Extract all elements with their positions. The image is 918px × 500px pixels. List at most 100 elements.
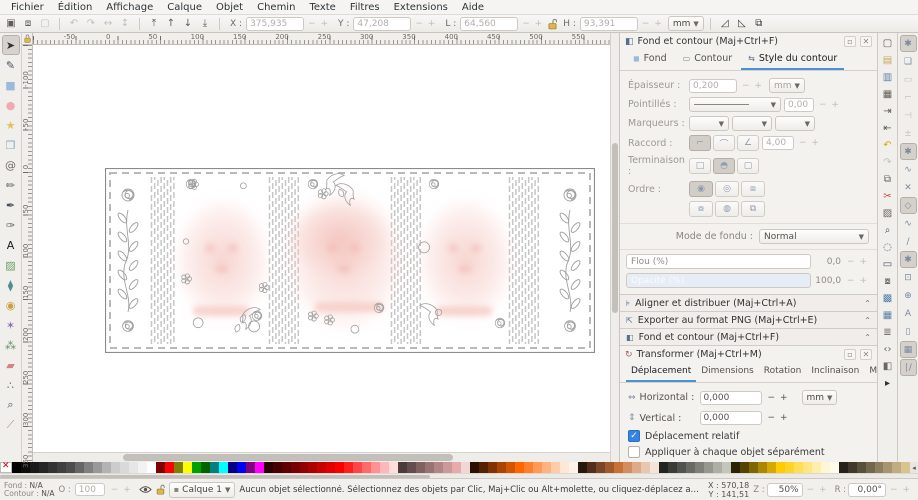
- width-spinner[interactable]: − +: [522, 19, 543, 29]
- color-swatch[interactable]: [785, 462, 794, 473]
- snap-path-intersections-toggle[interactable]: ✕: [900, 179, 917, 196]
- flip-horizontal-button[interactable]: ↔: [100, 16, 116, 31]
- flip-vertical-button[interactable]: ↕: [117, 16, 133, 31]
- marker-start-dropdown[interactable]: ▼: [689, 116, 729, 131]
- color-swatch[interactable]: [569, 462, 578, 473]
- color-swatch[interactable]: [183, 462, 192, 473]
- redo-button[interactable]: ↷: [880, 154, 896, 170]
- cut-button[interactable]: ✂: [880, 188, 896, 204]
- color-swatch[interactable]: [623, 462, 632, 473]
- scale-stroke-toggle[interactable]: ◿: [717, 16, 733, 31]
- color-swatch[interactable]: [848, 462, 857, 473]
- layers-dialog-button[interactable]: ≣: [880, 324, 896, 340]
- color-swatch[interactable]: [380, 462, 389, 473]
- height-spinner[interactable]: − +: [642, 19, 663, 29]
- color-swatch[interactable]: [174, 462, 183, 473]
- color-swatch[interactable]: [470, 462, 479, 473]
- snap-bbox-corners-toggle[interactable]: ⌐: [900, 89, 917, 106]
- color-swatch[interactable]: [120, 462, 129, 473]
- box3d-tool[interactable]: ❒: [2, 135, 20, 155]
- color-swatch[interactable]: [551, 462, 560, 473]
- paste-button[interactable]: ▨: [880, 205, 896, 221]
- color-swatch[interactable]: [111, 462, 120, 473]
- layer-selector[interactable]: ▪Calque 1▼: [169, 482, 236, 498]
- color-swatch[interactable]: [452, 462, 461, 473]
- snap-cusp-nodes-toggle[interactable]: ◇: [900, 197, 917, 214]
- snap-bbox-toggle[interactable]: ❏: [900, 53, 917, 70]
- snap-bbox-edges-toggle[interactable]: ▭: [900, 71, 917, 88]
- color-swatch[interactable]: [506, 462, 515, 473]
- color-swatch[interactable]: [66, 462, 75, 473]
- tab[interactable]: Rotation: [759, 363, 807, 382]
- eraser-tool[interactable]: ▰: [2, 355, 20, 375]
- snap-page-border-toggle[interactable]: ▯: [900, 323, 917, 340]
- color-swatch[interactable]: [650, 462, 659, 473]
- color-swatch[interactable]: [326, 462, 335, 473]
- color-swatch[interactable]: [866, 462, 875, 473]
- color-swatch[interactable]: [362, 462, 371, 473]
- y-spinner[interactable]: − +: [415, 19, 436, 29]
- color-swatch[interactable]: [308, 462, 317, 473]
- export-button[interactable]: ⇤: [880, 120, 896, 136]
- tab[interactable]: Inclinaison: [806, 363, 864, 382]
- color-swatch[interactable]: [821, 462, 830, 473]
- relative-move-checkbox[interactable]: ✓: [628, 430, 640, 442]
- join-bevel-button[interactable]: ∠: [737, 135, 759, 151]
- close-icon[interactable]: ✕: [860, 349, 872, 360]
- dock-float-button[interactable]: ▫: [844, 349, 856, 360]
- blur-slider[interactable]: Flou (%): [626, 254, 811, 269]
- color-swatch[interactable]: [344, 462, 353, 473]
- snap-enable-toggle[interactable]: ✱: [900, 35, 917, 52]
- text-tool[interactable]: A: [2, 235, 20, 255]
- color-swatch[interactable]: [892, 462, 901, 473]
- import-button[interactable]: ⇥: [880, 103, 896, 119]
- horizontal-ruler[interactable]: -50050100150200250300350400450500550: [33, 33, 610, 45]
- color-swatch[interactable]: [57, 462, 66, 473]
- color-swatch[interactable]: [632, 462, 641, 473]
- color-swatch[interactable]: [138, 462, 147, 473]
- calligraphy-tool[interactable]: ✒: [2, 195, 20, 215]
- horizontal-input[interactable]: 0,000: [700, 391, 762, 405]
- color-swatch[interactable]: [740, 462, 749, 473]
- lock-ratio-icon[interactable]: [548, 18, 557, 30]
- color-swatch[interactable]: [255, 462, 264, 473]
- snap-others-toggle[interactable]: ✱: [900, 251, 917, 268]
- color-swatch[interactable]: [165, 462, 174, 473]
- color-swatch[interactable]: [542, 462, 551, 473]
- node-tool[interactable]: ✎: [2, 55, 20, 75]
- menu-item[interactable]: Aide: [455, 1, 491, 14]
- bucket-fill-tool[interactable]: ◉: [2, 295, 20, 315]
- paint-order-5-button[interactable]: ◍: [715, 201, 739, 217]
- color-swatch[interactable]: [264, 462, 273, 473]
- paint-order-2-button[interactable]: ◎: [715, 181, 739, 197]
- document-properties-button[interactable]: ▢: [880, 35, 896, 51]
- color-swatch[interactable]: [461, 462, 470, 473]
- snap-text-baseline-toggle[interactable]: A: [900, 305, 917, 322]
- vertical-ruler[interactable]: -100-50050100150200250300350: [22, 45, 33, 462]
- transform-unit-dropdown[interactable]: mm▼: [802, 390, 838, 405]
- snap-smooth-nodes-toggle[interactable]: ∿: [900, 215, 917, 232]
- marker-end-dropdown[interactable]: ▼: [775, 116, 815, 131]
- color-swatch[interactable]: [273, 462, 282, 473]
- color-swatch[interactable]: [479, 462, 488, 473]
- color-swatch[interactable]: [12, 462, 21, 473]
- horizontal-scrollbar[interactable]: [33, 452, 610, 462]
- color-swatch[interactable]: [497, 462, 506, 473]
- tweak-tool[interactable]: ✶: [2, 315, 20, 335]
- scrollbar-thumb[interactable]: [612, 143, 618, 313]
- color-swatch[interactable]: [731, 462, 740, 473]
- tab[interactable]: Déplacement: [626, 363, 696, 382]
- measure-tool[interactable]: ⟋: [2, 415, 20, 435]
- color-swatch[interactable]: [48, 462, 57, 473]
- color-swatch[interactable]: [686, 462, 695, 473]
- color-swatch[interactable]: [776, 462, 785, 473]
- color-swatch[interactable]: [398, 462, 407, 473]
- scrollbar-thumb[interactable]: [0, 475, 430, 478]
- ellipse-tool[interactable]: ●: [2, 95, 20, 115]
- color-swatch[interactable]: [434, 462, 443, 473]
- color-swatch[interactable]: [39, 462, 48, 473]
- pen-tool[interactable]: ✑: [2, 215, 20, 235]
- zoom-page-button[interactable]: ▭: [880, 256, 896, 272]
- snap-grid-toggle[interactable]: ▦: [900, 341, 917, 358]
- y-input[interactable]: 47,208: [353, 17, 411, 31]
